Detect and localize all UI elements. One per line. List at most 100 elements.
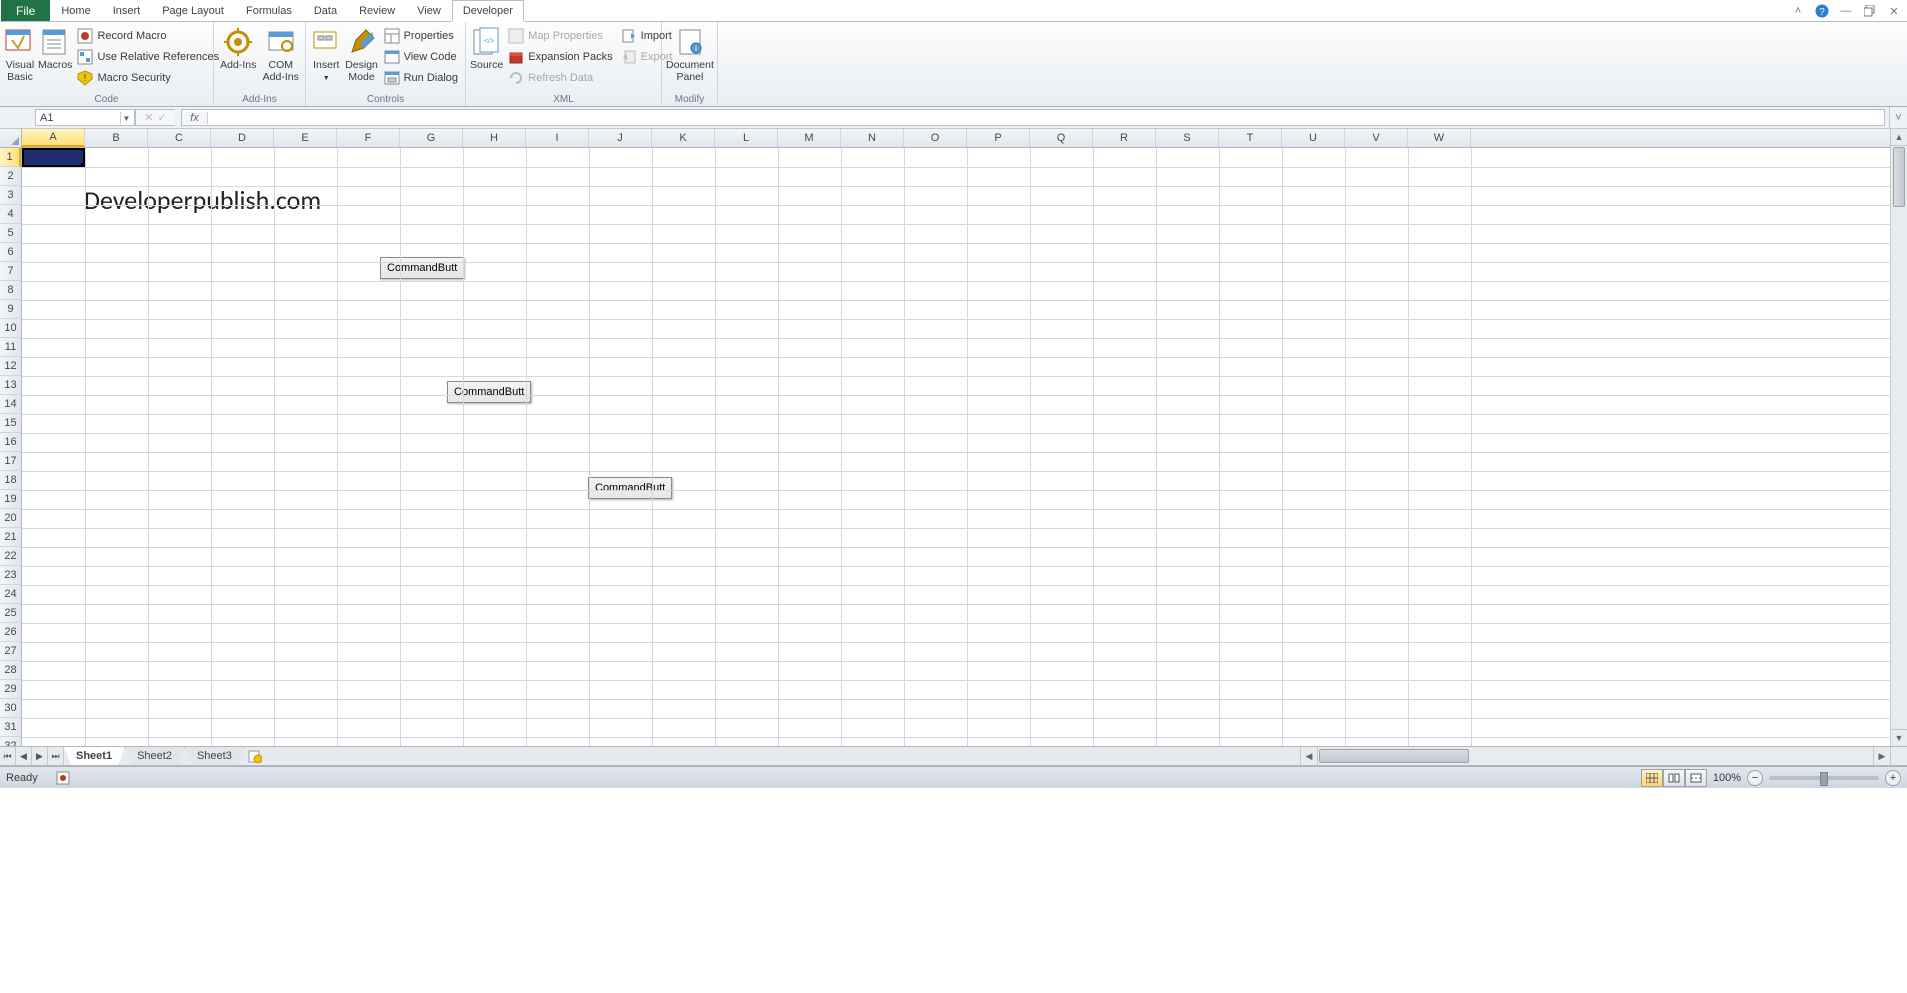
row-header-3[interactable]: 3 (0, 186, 21, 205)
row-header-23[interactable]: 23 (0, 566, 21, 585)
column-header-G[interactable]: G (400, 129, 463, 147)
command-button-2[interactable]: CommandButt (447, 381, 531, 403)
fx-button[interactable]: fx (182, 112, 208, 124)
tab-view[interactable]: View (406, 0, 452, 21)
tab-formulas[interactable]: Formulas (235, 0, 303, 21)
view-code-button[interactable]: View Code (381, 47, 461, 67)
column-header-O[interactable]: O (904, 129, 967, 147)
row-header-29[interactable]: 29 (0, 680, 21, 699)
column-header-S[interactable]: S (1156, 129, 1219, 147)
row-header-12[interactable]: 12 (0, 357, 21, 376)
visual-basic-button[interactable]: Visual Basic (4, 24, 36, 83)
column-header-J[interactable]: J (589, 129, 652, 147)
row-header-31[interactable]: 31 (0, 718, 21, 737)
vscroll-thumb[interactable] (1893, 147, 1905, 207)
insert-control-button[interactable]: Insert▼ (310, 24, 342, 85)
column-header-H[interactable]: H (463, 129, 526, 147)
run-dialog-button[interactable]: Run Dialog (381, 68, 461, 88)
addins-button[interactable]: Add-Ins (218, 24, 259, 71)
help-icon[interactable]: ? (1815, 4, 1829, 18)
minimize-icon[interactable]: — (1839, 4, 1853, 18)
column-header-K[interactable]: K (652, 129, 715, 147)
column-header-V[interactable]: V (1345, 129, 1408, 147)
row-header-21[interactable]: 21 (0, 528, 21, 547)
column-header-I[interactable]: I (526, 129, 589, 147)
row-header-15[interactable]: 15 (0, 414, 21, 433)
tab-home[interactable]: Home (50, 0, 101, 21)
sheet-tab-3[interactable]: Sheet3 (185, 747, 245, 765)
row-header-19[interactable]: 19 (0, 490, 21, 509)
zoom-percent[interactable]: 100% (1713, 772, 1741, 784)
namebox-dropdown-icon[interactable]: ▼ (120, 112, 132, 124)
tab-review[interactable]: Review (348, 0, 406, 21)
tab-page-layout[interactable]: Page Layout (151, 0, 235, 21)
close-icon[interactable]: ✕ (1887, 4, 1901, 18)
restore-icon[interactable] (1863, 4, 1877, 18)
column-header-C[interactable]: C (148, 129, 211, 147)
row-header-11[interactable]: 11 (0, 338, 21, 357)
row-header-9[interactable]: 9 (0, 300, 21, 319)
row-header-1[interactable]: 1 (0, 148, 21, 167)
hscroll-thumb[interactable] (1319, 749, 1469, 763)
sheet-nav-last-icon[interactable]: ⏭ (48, 747, 64, 765)
sheet-tab-1[interactable]: Sheet1 (64, 747, 125, 765)
zoom-in-button[interactable]: + (1885, 770, 1901, 786)
sheet-nav-first-icon[interactable]: ⏮ (0, 747, 16, 765)
column-header-E[interactable]: E (274, 129, 337, 147)
row-header-28[interactable]: 28 (0, 661, 21, 680)
select-all-button[interactable] (0, 129, 22, 148)
column-header-U[interactable]: U (1282, 129, 1345, 147)
scroll-left-icon[interactable]: ◀ (1301, 747, 1318, 765)
expansion-packs-button[interactable]: Expansion Packs (505, 47, 615, 67)
macros-button[interactable]: Macros (38, 24, 72, 71)
column-header-A[interactable]: A (22, 129, 85, 147)
row-header-13[interactable]: 13 (0, 376, 21, 395)
column-header-W[interactable]: W (1408, 129, 1471, 147)
column-header-L[interactable]: L (715, 129, 778, 147)
split-handle[interactable] (1890, 747, 1907, 765)
row-header-8[interactable]: 8 (0, 281, 21, 300)
row-header-22[interactable]: 22 (0, 547, 21, 566)
column-header-P[interactable]: P (967, 129, 1030, 147)
horizontal-scrollbar[interactable]: ◀ ▶ (1300, 747, 1890, 765)
formula-input[interactable] (208, 112, 1884, 124)
row-header-10[interactable]: 10 (0, 319, 21, 338)
design-mode-button[interactable]: Design Mode (344, 24, 378, 83)
scroll-right-icon[interactable]: ▶ (1873, 747, 1890, 765)
use-relative-refs-button[interactable]: Use Relative References (74, 47, 222, 67)
page-layout-view-button[interactable] (1663, 769, 1685, 787)
row-header-18[interactable]: 18 (0, 471, 21, 490)
row-header-16[interactable]: 16 (0, 433, 21, 452)
column-header-D[interactable]: D (211, 129, 274, 147)
row-header-20[interactable]: 20 (0, 509, 21, 528)
macro-security-button[interactable]: !Macro Security (74, 68, 222, 88)
cells-area[interactable]: Developerpublish.com CommandButt Command… (22, 148, 1890, 746)
column-header-T[interactable]: T (1219, 129, 1282, 147)
zoom-slider[interactable] (1769, 776, 1879, 780)
row-header-24[interactable]: 24 (0, 585, 21, 604)
sheet-tab-2[interactable]: Sheet2 (125, 747, 185, 765)
row-header-6[interactable]: 6 (0, 243, 21, 262)
record-macro-button[interactable]: Record Macro (74, 26, 222, 46)
command-button-1[interactable]: CommandButt (380, 257, 464, 279)
normal-view-button[interactable] (1641, 769, 1663, 787)
tab-developer[interactable]: Developer (452, 0, 524, 22)
vertical-scrollbar[interactable]: ▲ ▼ (1890, 129, 1907, 746)
column-header-R[interactable]: R (1093, 129, 1156, 147)
row-header-2[interactable]: 2 (0, 167, 21, 186)
expand-formula-bar-icon[interactable]: ˅ (1889, 107, 1907, 128)
tab-insert[interactable]: Insert (102, 0, 152, 21)
xml-source-button[interactable]: </> Source (470, 24, 503, 71)
name-box[interactable]: A1 ▼ (35, 109, 135, 126)
new-sheet-button[interactable] (245, 747, 265, 765)
tab-file[interactable]: File (1, 0, 50, 21)
map-properties-button[interactable]: Map Properties (505, 26, 615, 46)
refresh-data-button[interactable]: Refresh Data (505, 68, 615, 88)
column-header-Q[interactable]: Q (1030, 129, 1093, 147)
row-header-25[interactable]: 25 (0, 604, 21, 623)
active-cell[interactable] (22, 148, 85, 167)
min-ribbon-icon[interactable]: ˄ (1791, 4, 1805, 18)
column-header-M[interactable]: M (778, 129, 841, 147)
com-addins-button[interactable]: COM Add-Ins (261, 24, 302, 83)
command-button-3[interactable]: CommandButt (588, 477, 672, 499)
